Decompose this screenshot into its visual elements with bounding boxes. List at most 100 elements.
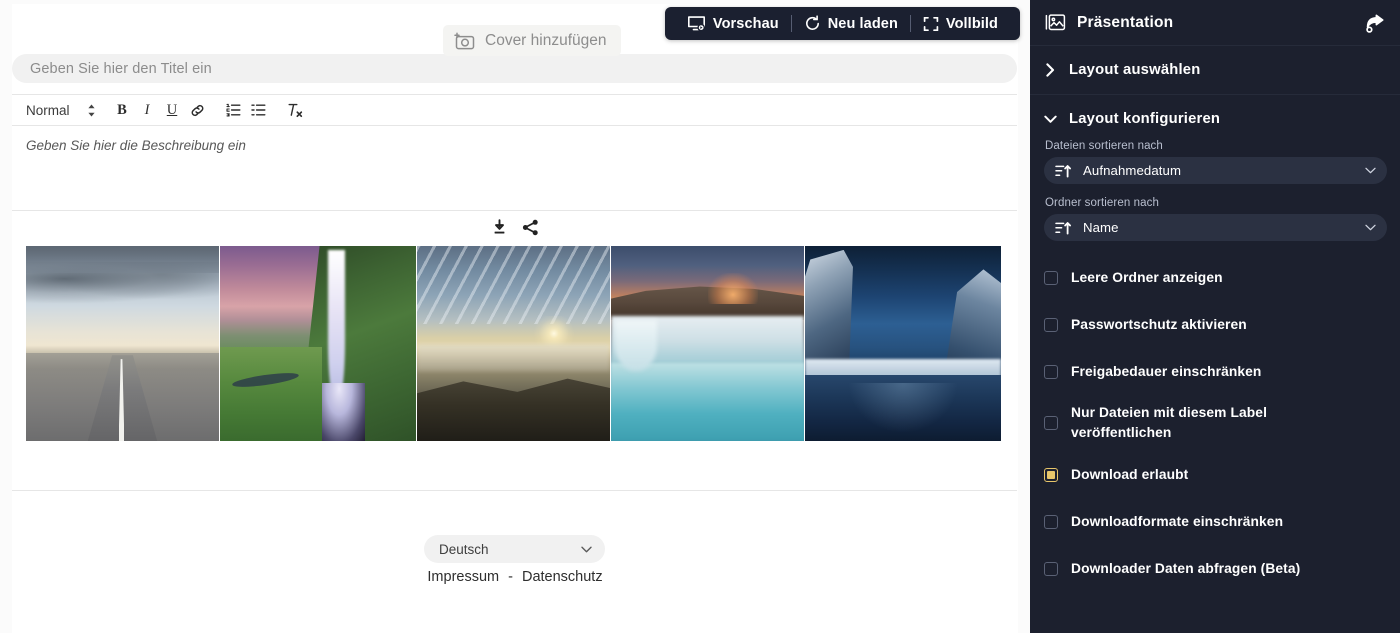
layout-option-checkboxes: Leere Ordner anzeigen Passwortschutz akt… [1030, 254, 1400, 592]
language-value: Deutsch [439, 541, 489, 557]
gallery-image[interactable] [220, 246, 416, 441]
layout-config-body: Dateien sortieren nach Aufnahmedatum Ord… [1030, 140, 1400, 241]
bullet-list-button[interactable] [246, 98, 271, 123]
ordered-list-icon [225, 103, 241, 117]
gallery-image[interactable] [805, 246, 1001, 441]
title-input[interactable]: Geben Sie hier den Titel ein [12, 54, 1017, 83]
underline-button[interactable]: U [160, 98, 185, 123]
folder-sort-label: Ordner sortieren nach [1045, 197, 1159, 209]
section-configure-layout[interactable]: Layout konfigurieren [1030, 95, 1400, 137]
language-select[interactable]: Deutsch [424, 535, 605, 563]
gallery-image[interactable] [26, 246, 219, 441]
top-action-bar: Vorschau Neu laden Vollbild [664, 7, 1020, 40]
divider [790, 15, 792, 32]
updown-arrow-icon [87, 104, 96, 117]
images-icon [1045, 13, 1066, 32]
gallery-image[interactable] [417, 246, 610, 441]
clear-format-icon [286, 103, 303, 118]
reload-label: Neu laden [827, 15, 898, 32]
section-select-layout[interactable]: Layout auswählen [1030, 46, 1400, 95]
chevron-down-icon [581, 540, 592, 558]
checkbox-box[interactable] [1044, 270, 1058, 285]
add-cover-label: Cover hinzufügen [485, 31, 607, 49]
checkbox-label: Downloadformate einschränken [1071, 513, 1284, 529]
add-photo-icon [454, 31, 475, 50]
checkbox-box[interactable] [1044, 561, 1058, 576]
chevron-down-icon [1365, 224, 1376, 231]
bold-button[interactable]: B [110, 98, 135, 123]
format-style-value: Normal [26, 102, 70, 118]
add-cover-button[interactable]: Cover hinzufügen [443, 25, 621, 56]
rich-text-toolbar: Normal B I U [12, 94, 1017, 126]
checkbox-restrict-download-formats[interactable]: Downloadformate einschränken [1044, 498, 1387, 545]
link-button[interactable] [185, 98, 210, 123]
download-icon[interactable] [491, 219, 508, 236]
italic-button[interactable]: I [135, 98, 160, 123]
ordered-list-button[interactable] [221, 98, 246, 123]
checkbox-box[interactable] [1044, 467, 1058, 482]
section-configure-layout-label: Layout konfigurieren [1069, 111, 1221, 127]
panel-header-left: Präsentation [1045, 13, 1173, 32]
fullscreen-icon [923, 16, 939, 32]
checkbox-box[interactable] [1044, 364, 1058, 379]
italic-glyph: I [144, 101, 150, 118]
reload-button[interactable]: Neu laden [795, 15, 907, 32]
description-input[interactable]: Geben Sie hier die Beschreibung ein [12, 126, 1017, 211]
refresh-icon [804, 15, 821, 32]
checkbox-publish-only-labeled-files[interactable]: Nur Dateien mit diesem Label veröffentli… [1044, 395, 1387, 451]
checkbox-label: Nur Dateien mit diesem Label veröffentli… [1071, 405, 1268, 440]
underline-glyph: U [166, 101, 178, 118]
checkbox-limit-share-duration[interactable]: Freigabedauer einschränken [1044, 348, 1387, 395]
divider [12, 490, 1017, 491]
checkbox-enable-password-protection[interactable]: Passwortschutz aktivieren [1044, 301, 1387, 348]
file-sort-label: Dateien sortieren nach [1045, 140, 1163, 152]
file-sort-value: Aufnahmedatum [1083, 163, 1182, 178]
chevron-right-icon [1044, 63, 1057, 77]
bold-glyph: B [117, 101, 127, 118]
link-icon [190, 103, 205, 118]
gallery-image[interactable] [611, 246, 804, 441]
file-sort-value-group: Aufnahmedatum [1055, 163, 1181, 178]
checkbox-label: Leere Ordner anzeigen [1071, 269, 1223, 285]
checkbox-label: Passwortschutz aktivieren [1071, 316, 1247, 332]
preview-monitor-icon [687, 15, 706, 32]
privacy-link[interactable]: Datenschutz [522, 569, 603, 585]
gallery-action-icons [0, 219, 1030, 236]
chevron-down-icon [1365, 167, 1376, 174]
format-style-select[interactable]: Normal [26, 103, 110, 118]
sort-ascending-icon [1055, 164, 1072, 178]
checkbox-show-empty-folders[interactable]: Leere Ordner anzeigen [1044, 254, 1387, 301]
checkbox-box[interactable] [1044, 514, 1058, 529]
share-icon[interactable] [522, 219, 539, 236]
checkbox-download-allowed[interactable]: Download erlaubt [1044, 451, 1387, 498]
chevron-down-icon [1044, 115, 1057, 124]
panel-title: Präsentation [1077, 13, 1174, 31]
preview-button[interactable]: Vorschau [678, 15, 788, 32]
image-gallery [26, 246, 1004, 441]
app-root: Cover hinzufügen Vorschau Neu laden Voll… [0, 0, 1400, 633]
presentation-editor-canvas: Cover hinzufügen Vorschau Neu laden Voll… [0, 0, 1030, 633]
fullscreen-button[interactable]: Vollbild [914, 16, 1007, 32]
folder-sort-select[interactable]: Name [1044, 214, 1387, 241]
share-forward-icon[interactable] [1363, 12, 1386, 34]
checkbox-box[interactable] [1044, 317, 1058, 332]
presentation-settings-panel: Präsentation Layout auswählen Layout kon… [1030, 0, 1400, 633]
checkbox-label: Downloader Daten abfragen (Beta) [1071, 560, 1301, 576]
folder-sort-value: Name [1083, 220, 1119, 235]
file-sort-select[interactable]: Aufnahmedatum [1044, 157, 1387, 184]
clear-format-button[interactable] [282, 98, 307, 123]
checkbox-label: Freigabedauer einschränken [1071, 363, 1262, 379]
description-placeholder: Geben Sie hier die Beschreibung ein [26, 138, 246, 153]
fullscreen-label: Vollbild [945, 15, 998, 32]
title-placeholder: Geben Sie hier den Titel ein [30, 60, 212, 77]
section-select-layout-label: Layout auswählen [1069, 62, 1201, 78]
checkbox-box[interactable] [1044, 416, 1058, 430]
sort-ascending-icon [1055, 221, 1072, 235]
bullet-list-icon [250, 103, 266, 117]
checkbox-request-downloader-data[interactable]: Downloader Daten abfragen (Beta) [1044, 545, 1387, 592]
imprint-link[interactable]: Impressum [427, 569, 499, 585]
divider [909, 15, 911, 32]
footer-separator: - [508, 569, 513, 585]
panel-header: Präsentation [1030, 0, 1400, 46]
footer-links: Impressum - Datenschutz [0, 569, 1030, 585]
